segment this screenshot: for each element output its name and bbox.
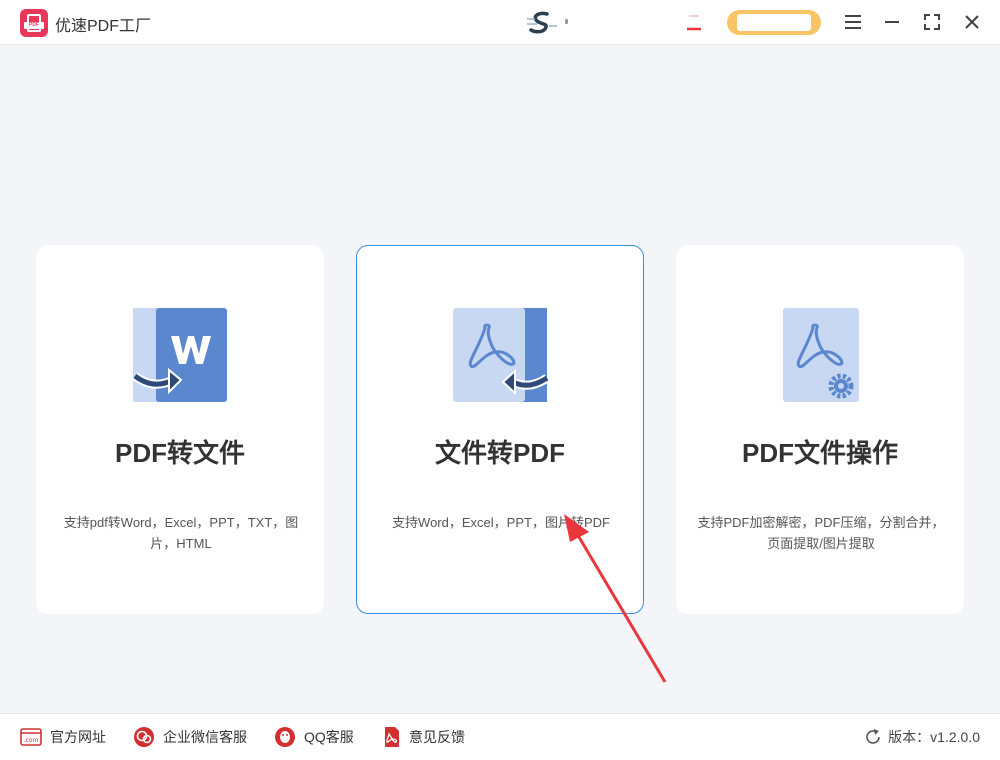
app-logo: PDF	[20, 9, 48, 37]
card-title: PDF转文件	[114, 438, 245, 468]
brand-icon	[527, 11, 557, 34]
card-title: PDF文件操作	[741, 438, 898, 468]
footer-link-label: 意见反馈	[409, 729, 465, 745]
file-to-pdf-icon	[453, 308, 549, 402]
card-file-to-pdf[interactable]: 文件转PDF 支持Word，Excel，PPT，图片转PDF	[356, 245, 644, 614]
notice-icon[interactable]	[686, 14, 702, 32]
card-title: 文件转PDF	[434, 438, 565, 468]
card-pdf-operations[interactable]: PDF文件操作 支持PDF加密解密，PDF压缩，分割合并，页面提取/图片提取	[676, 245, 964, 614]
footer-bar: .com 官方网址 企业微信客服 QQ客服 意见反馈 版本：v1.2.0.0	[0, 713, 1000, 760]
version-label: 版本：v1.2.0.0	[888, 729, 980, 745]
footer-link-label: 企业微信客服	[163, 729, 247, 745]
version-info[interactable]: 版本：v1.2.0.0	[864, 725, 980, 749]
brand-dot	[565, 19, 568, 24]
menu-icon[interactable]	[841, 10, 865, 34]
card-description: 支持Word，Excel，PPT，图片转PDF	[392, 515, 610, 530]
footer-link-label: QQ客服	[304, 729, 354, 745]
qq-icon	[275, 727, 295, 747]
pdf-to-word-icon	[133, 308, 227, 402]
feedback-icon	[385, 727, 399, 747]
footer-link-website[interactable]: .com 官方网址	[20, 725, 106, 749]
website-icon: .com	[20, 728, 42, 746]
wechat-service-icon	[134, 727, 154, 747]
refresh-icon	[866, 729, 880, 744]
footer-link-label: 官方网址	[50, 729, 106, 745]
footer-link-qq[interactable]: QQ客服	[274, 725, 354, 749]
card-pdf-to-file[interactable]: PDF转文件 支持pdf转Word，Excel，PPT，TXT，图片，HTML	[36, 245, 324, 614]
app-logo-text: PDF	[24, 22, 44, 29]
footer-link-wechat-service[interactable]: 企业微信客服	[133, 725, 247, 749]
pdf-operations-icon	[783, 308, 859, 402]
footer-link-feedback[interactable]: 意见反馈	[383, 725, 465, 749]
svg-text:.com: .com	[24, 737, 39, 744]
maximize-icon[interactable]	[920, 10, 944, 34]
vip-button[interactable]	[727, 10, 821, 35]
title-bar: PDF 优速PDF工厂	[0, 0, 1000, 45]
minimize-icon[interactable]	[880, 10, 904, 34]
card-description: 支持pdf转Word，Excel，PPT，TXT，图片，HTML	[63, 515, 299, 551]
card-description: 支持PDF加密解密，PDF压缩，分割合并，页面提取/图片提取	[697, 515, 945, 551]
close-icon[interactable]	[960, 10, 984, 34]
app-title: 优速PDF工厂	[55, 18, 152, 35]
